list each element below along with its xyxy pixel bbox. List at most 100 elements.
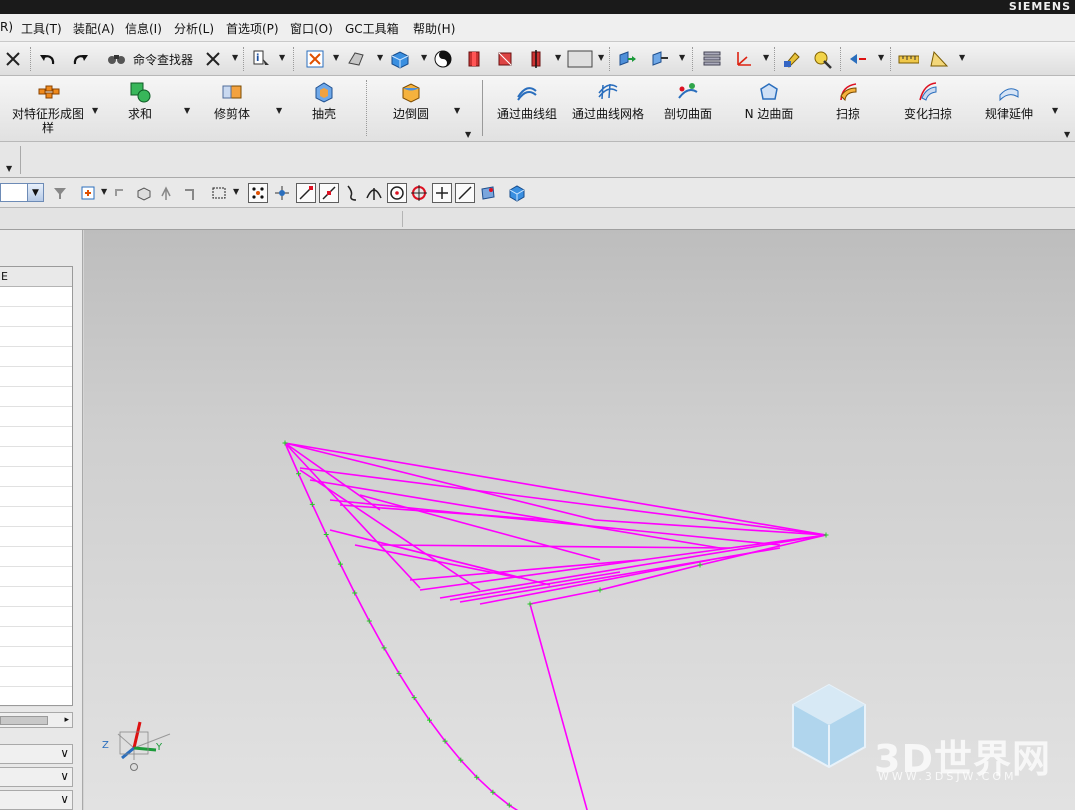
- n-sided-surface-button[interactable]: N 边曲面: [740, 80, 798, 121]
- law-extension-button[interactable]: 规律延伸: [980, 80, 1038, 121]
- table-row[interactable]: [0, 347, 72, 367]
- curve-segment[interactable]: [284, 442, 421, 589]
- wcs-orient-icon[interactable]: [616, 49, 638, 69]
- delete-icon[interactable]: [202, 49, 224, 69]
- table-row[interactable]: [0, 507, 72, 527]
- chevron-down-icon[interactable]: ▼: [598, 53, 604, 62]
- end-point-icon[interactable]: [296, 183, 316, 203]
- type-filter-select[interactable]: ▼: [0, 183, 44, 202]
- curve-segment[interactable]: [299, 467, 827, 536]
- table-row[interactable]: [0, 447, 72, 467]
- bottom-curve[interactable]: [284, 442, 827, 810]
- measure-distance-icon[interactable]: [897, 49, 919, 69]
- section-surface-button[interactable]: 剖切曲面: [660, 80, 716, 121]
- table-row[interactable]: [0, 487, 72, 507]
- chevron-down-icon[interactable]: ▼: [233, 187, 239, 196]
- chevron-down-icon[interactable]: ▼: [279, 53, 285, 62]
- info-icon[interactable]: i: [250, 49, 272, 69]
- curve-segment[interactable]: [329, 499, 781, 546]
- chevron-down-icon[interactable]: ▼: [1052, 106, 1058, 115]
- existing-point-icon[interactable]: [432, 183, 452, 203]
- edit-section-icon[interactable]: [525, 49, 547, 69]
- measure-angle-icon[interactable]: [928, 49, 950, 69]
- arc-center-icon[interactable]: [387, 183, 407, 203]
- menu-gc-toolkit[interactable]: GC工具箱: [345, 20, 399, 37]
- details-section[interactable]: ∨: [0, 767, 73, 787]
- display-hide-icon[interactable]: [812, 49, 834, 69]
- table-row[interactable]: [0, 647, 72, 667]
- chevron-down-icon[interactable]: ▼: [92, 106, 98, 115]
- table-row[interactable]: [0, 287, 72, 307]
- menu-window[interactable]: 窗口(O): [290, 20, 333, 37]
- swept-button[interactable]: 扫掠: [826, 80, 870, 121]
- table-row[interactable]: [0, 547, 72, 567]
- undo-icon[interactable]: [37, 49, 59, 69]
- toolbar-options-icon[interactable]: ▼: [1064, 130, 1070, 139]
- binoculars-icon[interactable]: [106, 49, 128, 69]
- table-row[interactable]: [0, 467, 72, 487]
- menu-information[interactable]: 信息(I): [125, 20, 162, 37]
- through-curves-button[interactable]: 通过曲线组: [494, 80, 560, 121]
- table-row[interactable]: [0, 367, 72, 387]
- mid-point-icon[interactable]: [319, 183, 339, 203]
- graphics-window[interactable]: Z Y: [84, 230, 1075, 810]
- toolbar-options-icon[interactable]: ▼: [465, 130, 471, 139]
- chevron-down-icon[interactable]: ∨: [60, 769, 69, 783]
- chevron-down-icon[interactable]: ▼: [959, 53, 965, 62]
- through-curve-mesh-button[interactable]: 通过曲线网格: [569, 80, 647, 121]
- undo-selection-icon[interactable]: [110, 183, 130, 203]
- curve-geometry[interactable]: Z Y: [84, 230, 1075, 810]
- curve-segment[interactable]: [449, 571, 621, 601]
- rectangle-select-icon[interactable]: [209, 183, 229, 203]
- table-row[interactable]: [0, 387, 72, 407]
- control-point-icon[interactable]: [342, 183, 362, 203]
- chevron-down-icon[interactable]: ▼: [679, 53, 685, 62]
- section-view-icon[interactable]: [463, 49, 485, 69]
- show-hide-icon[interactable]: [847, 49, 869, 69]
- part-navigator-table[interactable]: E: [0, 266, 73, 707]
- wcs-dynamics-icon[interactable]: [649, 49, 671, 69]
- menu-partial[interactable]: R): [0, 20, 13, 34]
- scroll-right-icon[interactable]: ▸: [64, 713, 69, 727]
- shell-button[interactable]: 抽壳: [300, 80, 348, 121]
- curve-lines[interactable]: [284, 442, 827, 810]
- pattern-feature-button[interactable]: 对特征形成图样: [8, 80, 88, 135]
- layer-settings-icon[interactable]: [701, 49, 723, 69]
- chevron-down-icon[interactable]: ▼: [421, 53, 427, 62]
- toolbar-options-icon[interactable]: ▼: [6, 164, 12, 173]
- navigator-column-header[interactable]: E: [0, 267, 72, 287]
- chevron-down-icon[interactable]: ▼: [333, 53, 339, 62]
- menu-preferences[interactable]: 首选项(P): [226, 20, 279, 37]
- table-row[interactable]: [0, 687, 72, 707]
- variational-sweep-button[interactable]: 变化扫掠: [898, 80, 958, 121]
- chevron-down-icon[interactable]: ▼: [763, 53, 769, 62]
- preview-section[interactable]: ∨: [0, 790, 73, 810]
- table-row[interactable]: [0, 307, 72, 327]
- table-row[interactable]: [0, 627, 72, 647]
- shading-icon[interactable]: [432, 49, 454, 69]
- table-row[interactable]: [0, 567, 72, 587]
- horizontal-scrollbar[interactable]: ▸: [0, 712, 73, 728]
- trim-body-button[interactable]: 修剪体: [206, 80, 258, 121]
- chevron-down-icon[interactable]: ▼: [27, 184, 43, 201]
- chevron-down-icon[interactable]: ▼: [276, 106, 282, 115]
- wcs-axes-icon[interactable]: [732, 49, 754, 69]
- edit-object-display-icon[interactable]: [781, 49, 803, 69]
- menu-help[interactable]: 帮助(H): [413, 20, 455, 37]
- background-icon[interactable]: [567, 49, 593, 69]
- solid-body-icon[interactable]: [134, 183, 154, 203]
- chevron-down-icon[interactable]: ▼: [454, 106, 460, 115]
- view-orient-icon[interactable]: [389, 49, 411, 69]
- select-all-icon[interactable]: [80, 183, 100, 203]
- unite-button[interactable]: 求和: [118, 80, 162, 121]
- rotate-icon[interactable]: [157, 183, 177, 203]
- table-row[interactable]: [0, 527, 72, 547]
- chevron-down-icon[interactable]: ▼: [184, 106, 190, 115]
- chevron-down-icon[interactable]: ▼: [377, 53, 383, 62]
- command-finder-button[interactable]: 命令查找器: [133, 51, 193, 68]
- intersection-point-icon[interactable]: [364, 183, 384, 203]
- point-on-curve-icon[interactable]: [455, 183, 475, 203]
- point-on-surface-icon[interactable]: [478, 183, 498, 203]
- chevron-down-icon[interactable]: ▼: [878, 53, 884, 62]
- menu-assemblies[interactable]: 装配(A): [73, 20, 115, 37]
